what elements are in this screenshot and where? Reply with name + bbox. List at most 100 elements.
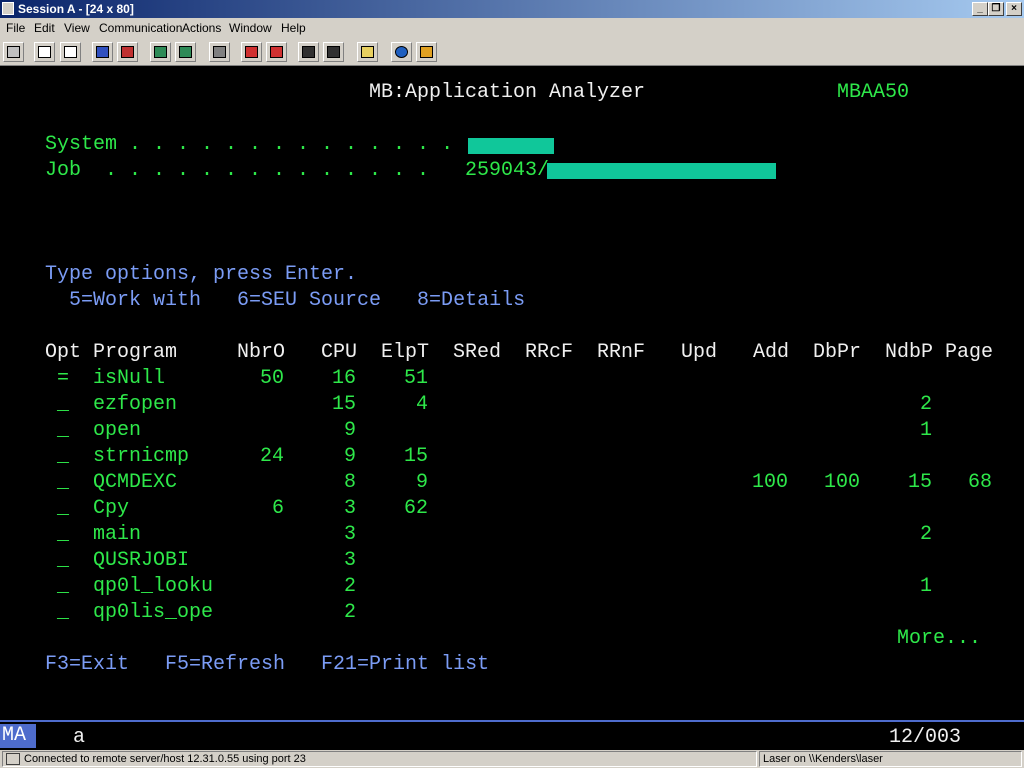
menu-file[interactable]: File [6, 21, 25, 35]
cell-elpt: 4 [415, 393, 428, 416]
cell-program: qp0l_looku [93, 575, 214, 598]
option-input[interactable]: _ [57, 393, 69, 417]
cell-ndbp: 1 [919, 419, 932, 442]
col-rrcf: RRcF [525, 341, 574, 364]
cell-nbro: 24 [259, 445, 284, 468]
connection-icon [6, 753, 20, 766]
record-macro-icon[interactable] [241, 42, 262, 62]
cell-program: main [93, 523, 142, 546]
col-page: Page [945, 341, 994, 364]
cell-page: 68 [967, 471, 992, 494]
print-screen-icon[interactable] [209, 42, 230, 62]
cell-program: QCMDEXC [93, 471, 178, 494]
cell-program: qp0lis_ope [93, 601, 214, 624]
cell-cpu: 16 [331, 367, 356, 390]
status-bar: Connected to remote server/host 12.31.0.… [0, 750, 1024, 768]
display-icon[interactable] [3, 42, 24, 62]
option-input[interactable]: _ [57, 601, 69, 625]
option-input[interactable]: _ [57, 471, 69, 495]
play-macro-icon[interactable] [298, 42, 319, 62]
cell-cpu: 3 [343, 523, 356, 546]
program-id: MBAA50 [837, 81, 910, 104]
option-input[interactable]: _ [57, 497, 69, 521]
cell-cpu: 15 [331, 393, 356, 416]
cell-program: isNull [93, 367, 166, 390]
terminal-screen[interactable]: MB:Application Analyzer MBAA50 System . … [0, 66, 1024, 720]
function-keys[interactable]: F3=Exit F5=Refresh F21=Print list [45, 653, 489, 677]
macro-list-icon[interactable] [323, 42, 344, 62]
cell-program: open [93, 419, 142, 442]
option-input[interactable]: _ [57, 419, 69, 443]
menu-bar: File Edit View Communication Actions Win… [0, 18, 1024, 38]
stop-macro-icon[interactable] [266, 42, 287, 62]
paste-icon[interactable] [60, 42, 81, 62]
cell-elpt: 9 [415, 471, 428, 494]
option-input[interactable]: _ [57, 575, 69, 599]
cell-ndbp: 1 [919, 575, 932, 598]
input-indicator: a [73, 726, 86, 749]
instructions: Type options, press Enter. [45, 263, 358, 286]
option-input[interactable]: _ [57, 523, 69, 547]
globe-icon[interactable] [391, 42, 412, 62]
cell-elpt: 15 [403, 445, 428, 468]
cell-program: ezfopen [93, 393, 178, 416]
cell-program: QUSRJOBI [93, 549, 190, 572]
cell-program: strnicmp [93, 445, 190, 468]
menu-edit[interactable]: Edit [34, 21, 55, 35]
minimize-button[interactable]: _ [972, 2, 988, 16]
redacted-system-name [468, 138, 554, 154]
col-add: Add [753, 341, 790, 364]
col-dbpr: DbPr [813, 341, 862, 364]
cell-elpt: 51 [403, 367, 428, 390]
cell-elpt: 62 [403, 497, 428, 520]
cell-ndbp: 2 [919, 523, 932, 546]
cell-cpu: 2 [343, 575, 356, 598]
col-program: Program [93, 341, 178, 364]
col-ndbp: NdbP [885, 341, 934, 364]
option-input[interactable]: _ [57, 549, 69, 573]
menu-help[interactable]: Help [281, 21, 306, 35]
connection-status: Connected to remote server/host 12.31.0.… [2, 751, 757, 767]
send-file-icon[interactable] [92, 42, 113, 62]
keyboard-icon[interactable] [175, 42, 196, 62]
copy-icon[interactable] [34, 42, 55, 62]
close-button[interactable]: × [1006, 2, 1022, 16]
col-rrnf: RRnF [597, 341, 646, 364]
printer-status: Laser on \\Kenders\laser [759, 751, 1022, 767]
option-input[interactable]: _ [57, 445, 69, 469]
cell-ndbp: 15 [907, 471, 932, 494]
cell-cpu: 3 [343, 549, 356, 572]
option-input[interactable]: = [57, 367, 69, 391]
keypad-icon[interactable] [150, 42, 171, 62]
app-icon[interactable] [2, 2, 14, 15]
col-upd: Upd [681, 341, 718, 364]
more-indicator: More... [897, 627, 982, 650]
cell-cpu: 3 [343, 497, 356, 520]
menu-view[interactable]: View [64, 21, 90, 35]
window-title: Session A - [24 x 80] [18, 2, 134, 16]
cursor-position: 12/003 [889, 726, 962, 749]
menu-window[interactable]: Window [229, 21, 272, 35]
operator-info-area: MA a 12/003 [0, 720, 1024, 750]
menu-communication[interactable]: Communication [99, 21, 182, 35]
cell-cpu: 9 [343, 445, 356, 468]
col-opt: Opt [45, 341, 82, 364]
clipboard-icon[interactable] [357, 42, 378, 62]
col-sred: SRed [453, 341, 502, 364]
menu-actions[interactable]: Actions [182, 21, 221, 35]
job-label: Job . . . . . . . . . . . . . . [45, 159, 430, 182]
cell-cpu: 2 [343, 601, 356, 624]
receive-file-icon[interactable] [117, 42, 138, 62]
cell-cpu: 8 [343, 471, 356, 494]
tag-icon[interactable] [416, 42, 437, 62]
cell-dbpr: 100 [823, 471, 860, 494]
system-label: System . . . . . . . . . . . . . . [45, 133, 454, 156]
connection-status-text: Connected to remote server/host 12.31.0.… [24, 753, 306, 765]
cell-program: Cpy [93, 497, 130, 520]
cell-add: 100 [751, 471, 788, 494]
restore-button[interactable]: ❐ [988, 2, 1004, 16]
cell-ndbp: 2 [919, 393, 932, 416]
options-legend: 5=Work with 6=SEU Source 8=Details [69, 289, 526, 312]
mode-indicator: MA [0, 724, 36, 748]
window-title-bar: Session A - [24 x 80] _ ❐ × [0, 0, 1024, 18]
